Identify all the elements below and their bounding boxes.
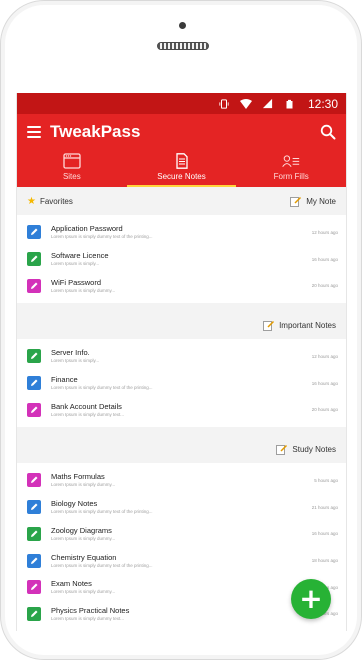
note-preview: Lorem Ipsum is simply dummy... [51,287,116,293]
note-time: 18 hours ago [311,558,338,564]
user-list-icon [282,155,300,168]
note-preview: Lorem Ipsum is simply dummy... [51,535,116,541]
phone-frame: 12:30 TweakPass Sites Secure Notes Form … [0,0,362,660]
note-icon [27,252,41,267]
note-group-favorites: Application Password Lorem Ipsum is simpl… [17,215,346,304]
note-preview: Lorem Ipsum is simply dummy text... [51,615,125,621]
note-preview: Lorem Ipsum is simply dummy text of the … [51,562,153,568]
note-icon [27,349,41,364]
add-note-button[interactable]: + [291,579,331,619]
note-preview: Lorem Ipsum is simply dummy text of the … [51,234,153,240]
note-preview: Lorem Ipsum is simply dummy text... [51,411,125,417]
note-title: Physics Practical Notes [51,605,130,615]
earpiece-speaker [157,42,209,50]
app-title: TweakPass [50,122,141,141]
note-time: 16 hours ago [311,380,338,386]
note-preview: Lorem Ipsum is simply dummy text of the … [51,509,153,515]
note-group-important: Server Info. Lorem Ipsum is simply... 12 … [17,339,346,428]
note-icon [27,553,41,568]
note-time: 16 hours ago [311,256,338,262]
list-item[interactable]: Finance Lorem Ipsum is simply dummy text … [17,370,346,397]
note-preview: Lorem Ipsum is simply dummy... [51,589,116,595]
status-bar: 12:30 [17,93,346,114]
camera-dot [179,22,186,29]
section-tag-label: Study Notes [292,444,336,454]
signal-icon [262,98,274,110]
tab-form-fills-label: Form Fills [273,172,309,181]
note-title: Finance [51,375,78,385]
clock-time: 12:30 [307,96,338,111]
hamburger-menu-icon[interactable] [27,126,41,138]
section-tag-important-notes[interactable]: Important Notes [263,320,336,331]
note-title: Exam Notes [51,579,92,589]
wifi-icon [239,98,252,110]
note-time: 20 hours ago [311,407,338,413]
note-icon [27,526,41,541]
section-tag-label: Important Notes [279,320,336,330]
tab-secure-notes[interactable]: Secure Notes [126,150,237,187]
tab-secure-notes-label: Secure Notes [157,172,206,181]
tab-bar: Sites Secure Notes Form Fills [17,150,346,187]
note-preview: Lorem Ipsum is simply dummy text of the … [51,385,153,391]
note-preview: Lorem Ipsum is simply... [51,358,100,364]
browser-window-icon [63,153,81,169]
note-icon [27,225,41,240]
search-icon[interactable] [320,124,336,140]
note-preview: Lorem Ipsum is simply dummy... [51,482,116,488]
note-title: Maths Formulas [51,472,105,482]
tab-form-fills[interactable]: Form Fills [236,150,346,187]
list-item[interactable]: Software Licence Lorem Ipsum is simply...… [17,246,346,273]
note-title: Software Licence [51,251,109,261]
section-header-study: Study Notes [17,435,346,464]
section-tag-study-notes[interactable]: Study Notes [276,444,336,455]
section-tag-label: My Note [306,196,336,206]
list-item[interactable]: Chemistry Equation Lorem Ipsum is simply … [17,547,346,574]
note-title: Bank Account Details [51,401,122,411]
note-title: Application Password [51,224,123,234]
app-screen: 12:30 TweakPass Sites Secure Notes Form … [16,93,347,631]
note-title: Biology Notes [51,499,98,509]
section-tag-my-note[interactable]: My Note [290,196,336,207]
app-bar: TweakPass [17,114,346,150]
list-item[interactable]: Biology Notes Lorem Ipsum is simply dummy… [17,494,346,521]
list-item[interactable]: Application Password Lorem Ipsum is simpl… [17,219,346,246]
note-time: 5 hours ago [314,477,338,483]
note-title: WiFi Password [51,277,102,287]
note-icon [27,500,41,515]
note-edit-icon [290,196,302,207]
note-icon [27,402,41,417]
list-item[interactable]: Maths Formulas Lorem Ipsum is simply dumm… [17,467,346,494]
list-item[interactable]: WiFi Password Lorem Ipsum is simply dummy… [17,272,346,299]
notes-list: ★ Favorites My Note Application Password… [17,187,346,631]
section-header-favorites: ★ Favorites My Note [17,187,346,215]
tab-sites-label: Sites [62,172,81,181]
plus-icon: + [299,582,323,615]
list-item[interactable]: Server Info. Lorem Ipsum is simply... 12 … [17,343,346,370]
note-preview: Lorem Ipsum is simply... [51,261,100,267]
note-edit-icon [263,320,275,331]
vibrate-icon [218,98,230,110]
list-item[interactable]: Zoology Diagrams Lorem Ipsum is simply du… [17,521,346,548]
note-title: Zoology Diagrams [51,525,112,535]
note-title: Chemistry Equation [51,552,117,562]
note-time: 21 hours ago [311,504,338,510]
note-time: 16 hours ago [311,531,338,537]
tab-sites[interactable]: Sites [17,150,127,187]
star-icon: ★ [27,195,36,207]
battery-icon [284,98,296,110]
note-icon [27,376,41,391]
note-icon [27,606,41,621]
note-time: 12 hours ago [311,229,338,235]
note-icon [27,473,41,488]
list-item[interactable]: Bank Account Details Lorem Ipsum is simpl… [17,396,346,423]
note-title: Server Info. [51,348,90,358]
note-icon [27,278,41,293]
note-time: 12 hours ago [311,353,338,359]
note-time: 20 hours ago [311,283,338,289]
document-icon [175,153,188,169]
section-header-important: Important Notes [17,311,346,340]
section-title: Favorites [39,196,73,206]
note-edit-icon [276,444,288,455]
note-icon [27,580,41,595]
